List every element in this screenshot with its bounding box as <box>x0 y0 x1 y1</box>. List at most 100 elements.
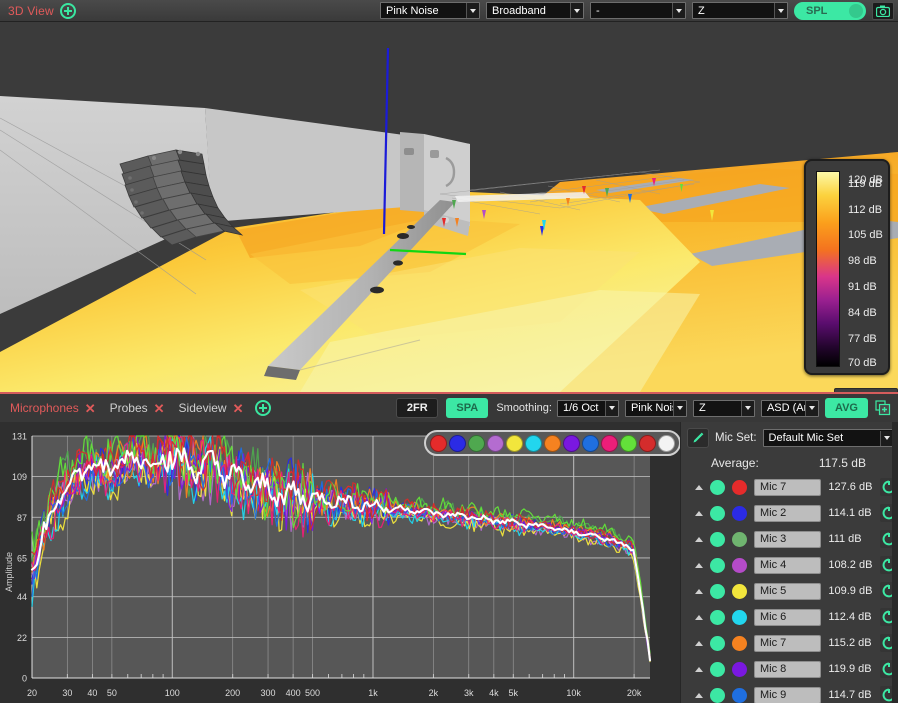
mic-enable-toggle[interactable] <box>710 662 725 677</box>
swatch-purple-light[interactable] <box>487 435 504 452</box>
mic-name-field[interactable]: Mic 4 <box>754 557 821 574</box>
expand-arrow-icon[interactable] <box>695 511 703 516</box>
mic-color-dot[interactable] <box>732 584 747 599</box>
tab-probes[interactable]: Probes ✕ <box>106 401 175 415</box>
mic-row[interactable]: Mic 9114.7 dB <box>681 682 898 703</box>
mic-row[interactable]: Mic 7115.2 dB <box>681 630 898 656</box>
weighting-select-value: Z <box>693 5 774 17</box>
mic-color-dot[interactable] <box>732 558 747 573</box>
expand-arrow-icon[interactable] <box>695 537 703 542</box>
swatch-violet[interactable] <box>563 435 580 452</box>
two-fr-button[interactable]: 2FR <box>396 398 438 418</box>
mic-color-dot[interactable] <box>732 636 747 651</box>
mic-color-dot[interactable] <box>732 688 747 703</box>
mic-enable-toggle[interactable] <box>710 558 725 573</box>
chevron-down-icon[interactable] <box>673 401 686 416</box>
mic-color-dot[interactable] <box>732 532 747 547</box>
chevron-down-icon[interactable] <box>466 3 479 18</box>
mic-name-field[interactable]: Mic 7 <box>754 479 821 496</box>
mic-set-select[interactable]: Default Mic Set <box>763 429 894 447</box>
mic-enable-toggle[interactable] <box>710 532 725 547</box>
top-toolbar: 3D View Pink Noise Broadband - Z SPL <box>0 0 898 22</box>
swatch-orange[interactable] <box>544 435 561 452</box>
average-row: Average: 117.5 dB <box>681 450 898 474</box>
close-icon[interactable]: ✕ <box>85 402 96 415</box>
swatch-lime[interactable] <box>620 435 637 452</box>
mic-name-field[interactable]: Mic 5 <box>754 583 821 600</box>
expand-arrow-icon[interactable] <box>695 563 703 568</box>
mic-row[interactable]: Mic 2114.1 dB <box>681 500 898 526</box>
swatch-blue-1[interactable] <box>449 435 466 452</box>
mic-color-dot[interactable] <box>732 662 747 677</box>
chevron-down-icon[interactable] <box>570 3 583 18</box>
swatch-magenta[interactable] <box>601 435 618 452</box>
mic-row[interactable]: Mic 5109.9 dB <box>681 578 898 604</box>
spl-toggle[interactable]: SPL <box>794 2 866 20</box>
empty-select[interactable]: - <box>590 2 686 19</box>
mic-color-dot[interactable] <box>732 480 747 495</box>
swatch-green-1[interactable] <box>468 435 485 452</box>
mic-name-field[interactable]: Mic 8 <box>754 661 821 678</box>
source-select[interactable]: Pink Nois <box>625 400 687 417</box>
frequency-response-chart[interactable]: 022446587109131 203040501002003004005001… <box>0 422 680 703</box>
mic-row[interactable]: Mic 3111 dB <box>681 526 898 552</box>
spl-toggle-knob[interactable] <box>849 4 863 18</box>
band-select[interactable]: Broadband <box>486 2 584 19</box>
mic-name-field[interactable]: Mic 6 <box>754 609 821 626</box>
camera-icon[interactable] <box>872 2 894 20</box>
add-view-icon[interactable] <box>60 3 76 19</box>
expand-arrow-icon[interactable] <box>695 589 703 594</box>
panel-scrollbar[interactable] <box>892 422 898 703</box>
swatch-cyan[interactable] <box>525 435 542 452</box>
mic-row[interactable]: Mic 8119.9 dB <box>681 656 898 682</box>
expand-arrow-icon[interactable] <box>695 485 703 490</box>
swatch-yellow[interactable] <box>506 435 523 452</box>
mic-row[interactable]: Mic 4108.2 dB <box>681 552 898 578</box>
swatch-white[interactable] <box>658 435 675 452</box>
swatch-red-2[interactable] <box>639 435 656 452</box>
mic-name-field[interactable]: Mic 7 <box>754 635 821 652</box>
spa-button[interactable]: SPA <box>446 398 488 418</box>
mic-enable-toggle[interactable] <box>710 584 725 599</box>
close-icon[interactable]: ✕ <box>233 402 244 415</box>
mic-color-dot[interactable] <box>732 610 747 625</box>
mic-color-dot[interactable] <box>732 506 747 521</box>
3d-view-canvas[interactable]: 120 dB 119 dB 112 dB 105 dB 98 dB 91 dB … <box>0 22 898 392</box>
swatch-blue-2[interactable] <box>582 435 599 452</box>
chart-toolbar: Microphones ✕ Probes ✕ Sideview ✕ 2FR SP… <box>0 392 898 422</box>
mic-enable-toggle[interactable] <box>710 636 725 651</box>
expand-arrow-icon[interactable] <box>695 615 703 620</box>
mic-row[interactable]: Mic 7127.6 dB <box>681 474 898 500</box>
copy-add-icon[interactable] <box>874 399 892 417</box>
mic-name-field[interactable]: Mic 2 <box>754 505 821 522</box>
mic-enable-toggle[interactable] <box>710 480 725 495</box>
series-color-swatches[interactable] <box>424 430 681 456</box>
signal-select-value: Pink Noise <box>381 5 466 17</box>
mic-name-field[interactable]: Mic 3 <box>754 531 821 548</box>
chart-weighting-select[interactable]: Z <box>693 400 755 417</box>
expand-arrow-icon[interactable] <box>695 693 703 698</box>
tab-microphones[interactable]: Microphones ✕ <box>6 401 106 415</box>
smoothing-select[interactable]: 1/6 Oct <box>557 400 619 417</box>
mic-enable-toggle[interactable] <box>710 688 725 703</box>
tab-sideview[interactable]: Sideview ✕ <box>175 401 254 415</box>
mic-name-field[interactable]: Mic 9 <box>754 687 821 703</box>
mic-enable-toggle[interactable] <box>710 506 725 521</box>
measure-select[interactable]: ASD (Amp <box>761 400 819 417</box>
chevron-down-icon[interactable] <box>774 3 787 18</box>
pencil-icon[interactable] <box>687 428 709 448</box>
signal-select[interactable]: Pink Noise <box>380 2 480 19</box>
close-icon[interactable]: ✕ <box>154 402 165 415</box>
expand-arrow-icon[interactable] <box>695 641 703 646</box>
swatch-red-1[interactable] <box>430 435 447 452</box>
chevron-down-icon[interactable] <box>605 401 618 416</box>
chevron-down-icon[interactable] <box>741 401 754 416</box>
chevron-down-icon[interactable] <box>805 401 818 416</box>
mic-enable-toggle[interactable] <box>710 610 725 625</box>
add-tab-icon[interactable] <box>255 400 271 416</box>
weighting-select[interactable]: Z <box>692 2 788 19</box>
expand-arrow-icon[interactable] <box>695 667 703 672</box>
mic-row[interactable]: Mic 6112.4 dB <box>681 604 898 630</box>
chevron-down-icon[interactable] <box>672 3 685 18</box>
avg-button[interactable]: AVG <box>825 398 868 418</box>
